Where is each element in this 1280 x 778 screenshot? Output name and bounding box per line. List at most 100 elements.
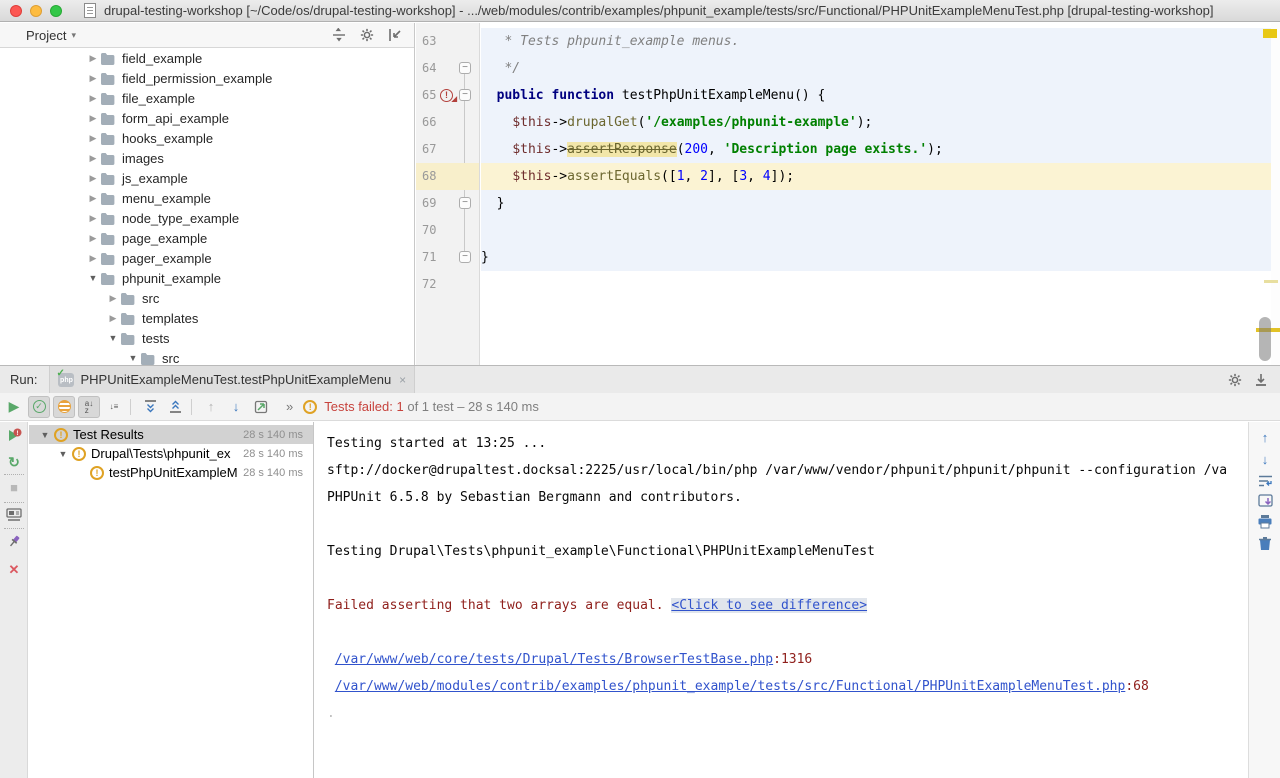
tree-item-node_type_example[interactable]: ▶node_type_example xyxy=(0,208,414,228)
code-line-69[interactable]: } xyxy=(481,190,1280,217)
show-ignored-toggle[interactable] xyxy=(53,396,75,418)
chevron-down-icon[interactable]: ▾ xyxy=(71,30,76,41)
tree-item-images[interactable]: ▶images xyxy=(0,148,414,168)
tree-item-file_example[interactable]: ▶file_example xyxy=(0,88,414,108)
chevron-down-icon[interactable]: ▼ xyxy=(86,273,100,283)
tree-item-src[interactable]: ▼src xyxy=(0,348,414,365)
chevron-right-icon[interactable]: ▶ xyxy=(86,73,100,84)
test-console-output[interactable]: Testing started at 13:25 ...sftp://docke… xyxy=(314,422,1248,778)
console-link[interactable]: /var/www/web/modules/contrib/examples/ph… xyxy=(335,679,1126,694)
sort-alphabetically-toggle[interactable]: a↓z xyxy=(78,396,100,418)
tree-item-phpunit_example[interactable]: ▼phpunit_example xyxy=(0,268,414,288)
project-panel-header[interactable]: Project ▾ xyxy=(0,23,414,48)
chevron-right-icon[interactable]: ▶ xyxy=(86,253,100,264)
test-failed-gutter-icon[interactable]: ! xyxy=(440,89,453,102)
chevron-down-icon[interactable]: ▼ xyxy=(39,430,51,440)
stop-button[interactable]: ■ xyxy=(0,480,28,495)
chevron-right-icon[interactable]: ▶ xyxy=(86,233,100,244)
chevron-down-icon[interactable]: ▼ xyxy=(106,333,120,343)
expand-all-button[interactable] xyxy=(139,396,161,418)
close-run-window-button[interactable]: ✕ xyxy=(0,562,28,578)
locate-file-icon[interactable] xyxy=(330,26,348,44)
soft-wrap-button[interactable] xyxy=(1249,474,1280,488)
next-occurrence-button[interactable]: ↓ xyxy=(1249,452,1280,467)
code-line-65[interactable]: public function testPhpUnitExampleMenu()… xyxy=(481,82,1280,109)
scroll-to-end-button[interactable] xyxy=(1249,494,1280,508)
test-tree-row[interactable]: ▼!Test Results28 s 140 ms xyxy=(29,425,313,444)
tree-item-pager_example[interactable]: ▶pager_example xyxy=(0,248,414,268)
close-window-button[interactable] xyxy=(10,5,22,17)
fold-marker-icon[interactable]: − xyxy=(459,197,471,209)
fold-marker-icon[interactable]: − xyxy=(459,251,471,263)
sort-by-duration-button[interactable]: ↓≡ xyxy=(103,396,125,418)
tree-item-menu_example[interactable]: ▶menu_example xyxy=(0,188,414,208)
tree-item-tests[interactable]: ▼tests xyxy=(0,328,414,348)
tree-item-field_permission_example[interactable]: ▶field_permission_example xyxy=(0,68,414,88)
tree-item-hooks_example[interactable]: ▶hooks_example xyxy=(0,128,414,148)
project-tree[interactable]: ▶field_example▶field_permission_example▶… xyxy=(0,48,414,365)
code-token: , xyxy=(708,142,724,157)
test-tree-row[interactable]: ▼!Drupal\Tests\phpunit_ex28 s 140 ms xyxy=(29,444,313,463)
previous-failed-test-button[interactable]: ↑ xyxy=(200,396,222,418)
clear-all-button[interactable] xyxy=(1249,536,1280,551)
tree-item-templates[interactable]: ▶templates xyxy=(0,308,414,328)
chevron-right-icon[interactable]: ▶ xyxy=(86,193,100,204)
rerun-failed-tests-button[interactable]: ! xyxy=(0,428,28,444)
chevron-down-icon[interactable]: ▼ xyxy=(126,353,140,363)
code-line-67[interactable]: $this->assertResponse(200, 'Description … xyxy=(481,136,1280,163)
console-link[interactable]: <Click to see difference> xyxy=(671,598,867,613)
restore-layout-button[interactable] xyxy=(0,508,28,522)
run-tests-button[interactable]: ▶ xyxy=(3,396,25,418)
tree-item-page_example[interactable]: ▶page_example xyxy=(0,228,414,248)
fold-marker-icon[interactable]: − xyxy=(459,62,471,74)
code-editor[interactable]: 6364−65!−66676869−7071−72 * Tests phpuni… xyxy=(416,23,1280,365)
import-test-results-button[interactable] xyxy=(250,396,272,418)
fold-marker-icon[interactable]: − xyxy=(459,89,471,101)
chevron-right-icon[interactable]: ▶ xyxy=(86,153,100,164)
chevron-right-icon[interactable]: ▶ xyxy=(86,113,100,124)
chevron-right-icon[interactable]: ▶ xyxy=(86,93,100,104)
test-results-tree[interactable]: ▼!Test Results28 s 140 ms▼!Drupal\Tests\… xyxy=(29,422,313,778)
run-tab[interactable]: ✓php PHPUnitExampleMenuTest.testPhpUnitE… xyxy=(49,366,415,393)
chevron-down-icon[interactable]: ▼ xyxy=(57,449,69,459)
tree-item-field_example[interactable]: ▶field_example xyxy=(0,48,414,68)
code-line-63[interactable]: * Tests phpunit_example menus. xyxy=(481,28,1280,55)
inspection-status-indicator[interactable] xyxy=(1263,29,1277,38)
code-line-71[interactable]: } xyxy=(481,244,1280,271)
code-line-68[interactable]: $this->assertEquals([1, 2], [3, 4]); xyxy=(481,163,1280,190)
console-link[interactable]: /var/www/web/core/tests/Drupal/Tests/Bro… xyxy=(335,652,773,667)
code-line-66[interactable]: $this->drupalGet('/examples/phpunit-exam… xyxy=(481,109,1280,136)
run-settings-gear-icon[interactable] xyxy=(1228,373,1242,387)
chevron-right-icon[interactable]: ▶ xyxy=(106,313,120,324)
code-line-70[interactable] xyxy=(481,217,1280,244)
chevron-right-icon[interactable]: ▶ xyxy=(86,173,100,184)
pin-tab-button[interactable] xyxy=(0,534,28,549)
code-line-72[interactable] xyxy=(481,271,1280,298)
tree-item-js_example[interactable]: ▶js_example xyxy=(0,168,414,188)
test-tree-row[interactable]: !testPhpUnitExampleM28 s 140 ms xyxy=(29,463,313,482)
zoom-window-button[interactable] xyxy=(50,5,62,17)
chevron-right-icon[interactable]: ▶ xyxy=(106,293,120,304)
editor-scrollbar[interactable] xyxy=(1259,317,1271,361)
tree-item-form_api_example[interactable]: ▶form_api_example xyxy=(0,108,414,128)
gear-icon[interactable] xyxy=(358,26,376,44)
code-line-64[interactable]: */ xyxy=(481,55,1280,82)
close-tab-icon[interactable]: × xyxy=(399,373,406,387)
next-failed-test-button[interactable]: ↓ xyxy=(225,396,247,418)
previous-occurrence-button[interactable]: ↑ xyxy=(1249,430,1280,445)
print-button[interactable] xyxy=(1249,514,1280,529)
hide-panel-icon[interactable] xyxy=(386,26,404,44)
toolbar-overflow-icon[interactable]: » xyxy=(286,399,293,414)
divider xyxy=(4,502,24,503)
chevron-right-icon[interactable]: ▶ xyxy=(86,213,100,224)
rerun-button[interactable]: ↻ xyxy=(0,454,28,471)
chevron-right-icon[interactable]: ▶ xyxy=(86,53,100,64)
show-passed-toggle[interactable]: ✓ xyxy=(28,396,50,418)
hide-tool-window-icon[interactable] xyxy=(1254,373,1268,387)
minimize-window-button[interactable] xyxy=(30,5,42,17)
chevron-right-icon[interactable]: ▶ xyxy=(86,133,100,144)
editor-code-area[interactable]: * Tests phpunit_example menus. */ public… xyxy=(481,23,1280,365)
collapse-all-button[interactable] xyxy=(164,396,186,418)
tree-item-src[interactable]: ▶src xyxy=(0,288,414,308)
editor-marker-bar[interactable] xyxy=(1271,23,1280,365)
